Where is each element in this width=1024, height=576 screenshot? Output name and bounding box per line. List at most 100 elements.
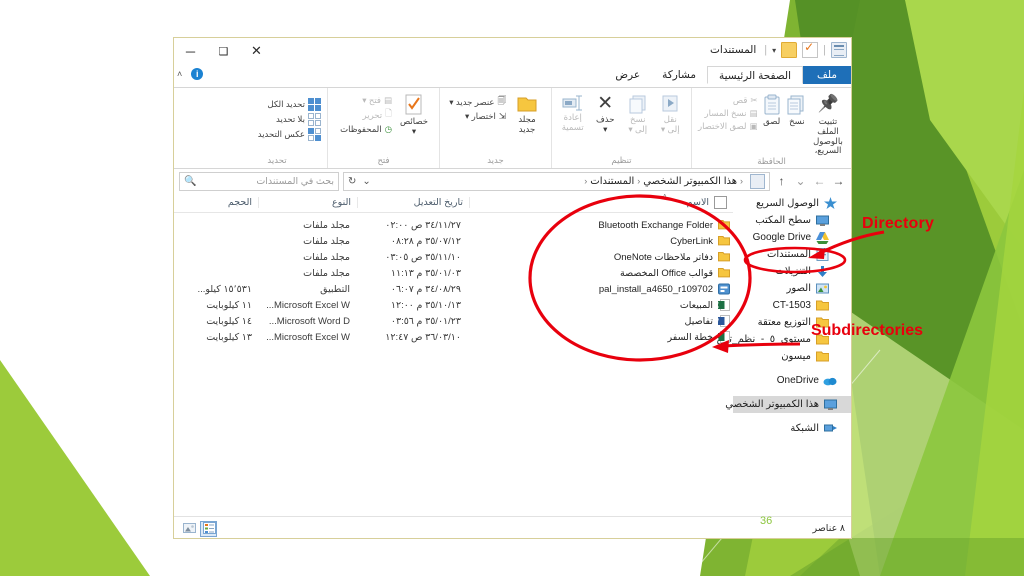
sidebar-item-quick-access[interactable]: الوصول السريع [733,195,851,212]
tab-file[interactable]: ملف [803,66,851,84]
history-button[interactable]: ◷ المحفوظات [340,124,392,135]
table-row[interactable]: W تفاصيل ٣٥/٠١/٢٣ م ٠٣:٥٦ Microsoft Word… [174,313,733,329]
word-icon: W [712,315,730,327]
copy-button[interactable]: نسخ [786,91,808,127]
table-row[interactable]: X المبيعات ٣٥/١٠/١٣ م ١٢:٠٠ Microsoft Ex… [174,297,733,313]
documents-icon [750,173,765,189]
file-name-cell: pal_install_a4650_r109702 [467,283,733,295]
sidebar-item-google-drive[interactable]: Google Drive [733,229,851,246]
sort-ascending-icon: ˄ [662,192,667,201]
file-date: ٣٥/١٠/١٣ م ١٢:٠٠ [390,299,461,311]
copy-to-button[interactable]: نسخ إلى ▾ [623,91,653,135]
edit-button[interactable]: 🗋 تحرير [340,108,392,122]
open-icon: ▤ [383,95,392,105]
customize-qat-icon[interactable] [802,40,819,58]
refresh-icon[interactable]: ↻ [348,176,356,187]
chevron-down-icon[interactable]: ⌄ [362,176,370,187]
pictures-icon [816,282,829,295]
minimize-button[interactable]: ─ [174,38,207,64]
table-row[interactable]: CyberLink ٣٥/٠٧/١٢ م ٠٨:٢٨ مجلد ملفات [174,233,733,249]
maximize-button[interactable]: ❑ [207,38,240,64]
group-label-clipboard: الحافظة [757,156,786,167]
open-small-commands: ▤ فتح ▾ 🗋 تحرير ◷ المحفوظات [340,91,392,135]
file-name: خطة السفر [667,331,713,343]
easy-access-button[interactable]: ⇲ اختصار ▾ [449,111,506,122]
table-row[interactable]: قوالب Office المخصصة ٣٥/٠١/٠٣ م ١١:١٣ مج… [174,265,733,281]
file-name-cell: Bluetooth Exchange Folder [467,219,733,231]
pin-icon [817,94,839,116]
window-title: المستندات [710,44,757,56]
large-icons-view-icon[interactable] [180,521,197,537]
sidebar-item-desktop[interactable]: سطح المكتب [733,212,851,229]
details-view-icon[interactable] [200,520,217,537]
title-bar: ✕ ❑ ─ | ▾ | المستندات [174,38,851,66]
application-icon [718,283,730,295]
file-name-cell: X خطة السفر [467,331,733,343]
column-header-name[interactable]: الاسم ˄ [470,192,709,208]
rename-button[interactable]: إعادة تسمية [558,91,588,133]
select-all-button[interactable]: تحديد الكل [258,98,321,111]
new-folder-icon[interactable] [781,42,798,58]
file-size: ١٥٬٥٣١ كيلو... [197,283,252,295]
folder-icon [718,235,730,247]
open-label: فتح ▾ [362,95,381,105]
chevron-down-icon[interactable]: ▾ [772,46,776,55]
back-button[interactable]: ← [812,174,827,188]
column-header-type[interactable]: النوع [259,197,358,208]
tab-share[interactable]: مشاركة [651,66,707,84]
pin-to-quick-access-button[interactable]: تثبيت الملف بالوصول السريع، [811,91,845,156]
invert-selection-button[interactable]: عكس التحديد [258,128,321,141]
forward-button[interactable]: → [831,174,846,188]
new-small-commands: 🗐 عنصر جديد ▾ ⇲ اختصار ▾ [449,91,506,122]
breadcrumb-sep-1: ‹ [637,176,641,186]
delete-button[interactable]: ✕ حذف ▾ [591,91,621,135]
sidebar-item-documents[interactable]: المستندات [733,246,851,263]
tab-home[interactable]: الصفحة الرئيسية [706,66,804,84]
group-label-select: تحديد [267,155,287,165]
breadcrumb-item-documents[interactable]: المستندات [590,176,634,187]
properties-button[interactable]: خصائص ▾ [395,91,433,137]
view-buttons [180,520,217,537]
sidebar-item-pictures[interactable]: الصور [733,280,851,297]
new-folder-button[interactable]: مجلد جديد [509,91,545,135]
sidebar-item-this-pc[interactable]: هذا الكمبيوتر الشخصي [725,396,851,413]
breadcrumb[interactable]: ‹ هذا الكمبيوتر الشخصي ‹ المستندات ‹ ⌄ ↻ [343,171,770,191]
column-header-size[interactable]: الحجم [174,197,259,208]
paste-shortcut-button[interactable]: ▣ لصق الاختصار [698,121,758,132]
table-row[interactable]: X خطة السفر ٣٦/٠٣/١٠ ص ١٢:٤٧ Microsoft E… [174,329,733,345]
tab-view[interactable]: عرض [604,66,651,84]
move-to-button[interactable]: نقل إلى ▾ [656,91,686,135]
sidebar-item-downloads[interactable]: التنزيلات [733,263,851,280]
group-label-new: جديد [487,155,504,165]
copy-path-button[interactable]: ▤ نسخ المسار [698,108,758,119]
properties-icon[interactable] [831,42,847,58]
sidebar-item-ct-1503[interactable]: CT-1503 [733,297,851,314]
address-bar: → ← ⌄ ↑ ‹ هذا الكمبيوتر الشخصي ‹ المستند… [174,169,851,193]
sidebar-item-onedrive[interactable]: OneDrive [733,372,851,389]
sidebar-item-maysoun[interactable]: ميسون [733,348,851,365]
paste-button[interactable]: لصق [761,91,783,127]
table-row[interactable]: دفاتر ملاحظات OneNote ٣٥/١١/١٠ ص ٠٣:٠٥ م… [174,249,733,265]
ribbon-group-select: تحديد الكل بلا تحديد عكس التحديد تحديد [227,88,327,168]
column-header-date[interactable]: تاريخ التعديل [358,197,470,208]
ribbon-tabs: ملف الصفحة الرئيسية مشاركة عرض [604,66,851,87]
recent-locations-button[interactable]: ⌄ [793,174,808,188]
select-none-button[interactable]: بلا تحديد [258,113,321,126]
copy-to-icon [629,95,646,114]
breadcrumb-item-this-pc[interactable]: هذا الكمبيوتر الشخصي [643,176,737,187]
search-input[interactable]: بحث في المستندات 🔍 [179,171,339,191]
collapse-ribbon-icon[interactable]: ˄ [177,69,182,79]
help-icon[interactable]: i [191,68,204,80]
sidebar-item-network[interactable]: الشبكة [733,420,851,437]
table-row[interactable]: pal_install_a4650_r109702 ٣٤/٠٨/٢٩ م ٠٦:… [174,281,733,297]
new-item-button[interactable]: 🗐 عنصر جديد ▾ [449,95,506,109]
ribbon-tab-row: i ˄ ملف الصفحة الرئيسية مشاركة عرض [174,66,851,88]
open-button[interactable]: ▤ فتح ▾ [340,95,392,106]
close-button[interactable]: ✕ [240,38,273,64]
ribbon-group-organize: نقل إلى ▾ نسخ إلى ▾ ✕ حذف ▾ إعادة تسمية … [551,88,691,168]
select-all-checkbox[interactable] [714,196,727,209]
cut-button[interactable]: ✂ قص [698,95,758,106]
up-button[interactable]: ↑ [774,174,789,188]
table-row[interactable]: Bluetooth Exchange Folder ٣٤/١١/٢٧ ص ٠٢:… [174,217,733,233]
sidebar-label-this-pc: هذا الكمبيوتر الشخصي [725,399,819,410]
